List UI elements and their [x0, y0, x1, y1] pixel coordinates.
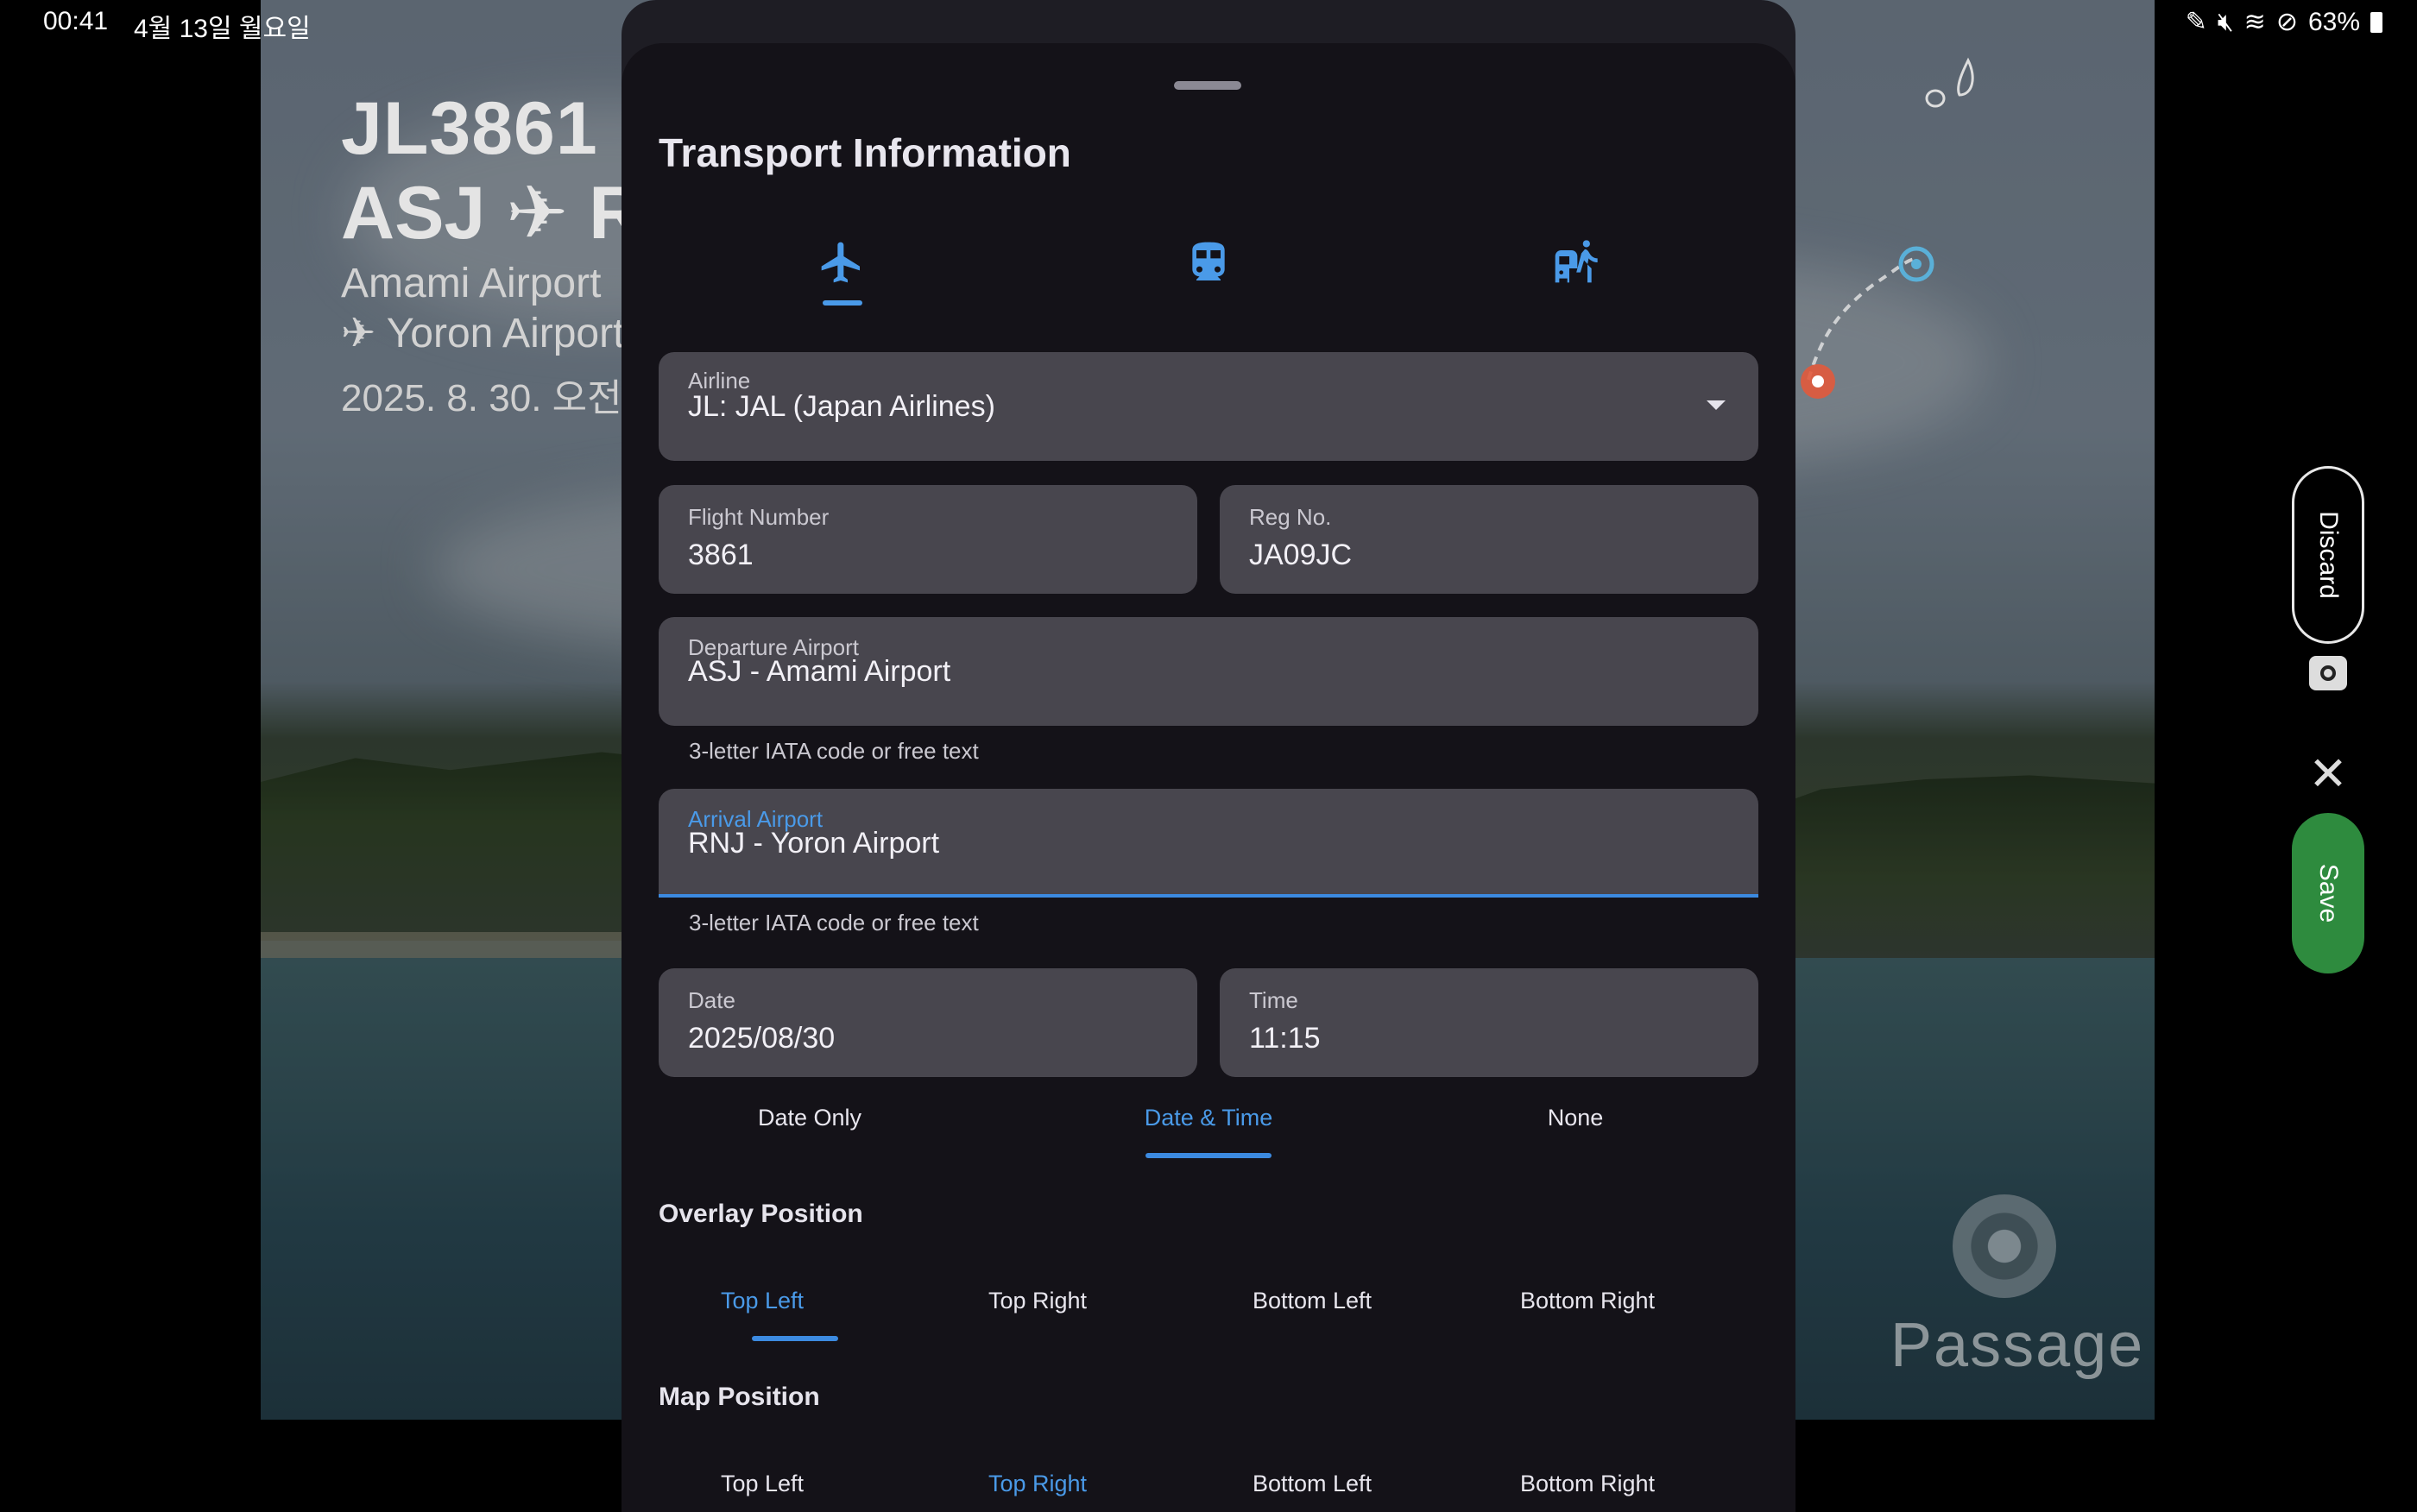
tab-airplane[interactable]: [807, 228, 876, 297]
passage-logo: [1953, 1194, 2056, 1298]
sheet-title: Transport Information: [659, 130, 1071, 175]
departure-airport-field[interactable]: Departure Airport ASJ - Amami Airport: [659, 617, 1758, 726]
overlay-pos-bottom-right[interactable]: Bottom Right: [1484, 1288, 1691, 1314]
tab-train[interactable]: [1174, 228, 1243, 297]
reg-no-label: Reg No.: [1249, 504, 1332, 530]
reg-no-value: JA09JC: [1249, 539, 1353, 571]
arrival-helper: 3-letter IATA code or free text: [689, 910, 979, 936]
date-label: Date: [688, 987, 735, 1013]
overlay-route: ASJ ✈ R: [341, 172, 626, 255]
train-icon: [1192, 242, 1225, 280]
datetime-indicator: [1145, 1153, 1272, 1158]
time-label: Time: [1249, 987, 1298, 1013]
camera-icon[interactable]: [2309, 656, 2347, 690]
airline-value: JL: JAL (Japan Airlines): [688, 390, 995, 423]
overlay-position-title: Overlay Position: [659, 1200, 863, 1228]
overlay-arrival: ✈ Yoron Airport: [341, 311, 625, 356]
drag-handle[interactable]: [1174, 81, 1241, 90]
flight-number-field[interactable]: Flight Number 3861: [659, 485, 1197, 594]
overlay-pos-indicator: [752, 1336, 838, 1341]
arrival-airport-field[interactable]: Arrival Airport RNJ - Yoron Airport: [659, 789, 1758, 898]
overlay-flight-title: JL3861: [341, 87, 598, 170]
screen: JL3861 ASJ ✈ R Amami Airport ✈ Yoron Air…: [0, 0, 2417, 1512]
map-pos-top-left[interactable]: Top Left: [659, 1471, 866, 1497]
map-pos-bottom-right[interactable]: Bottom Right: [1484, 1471, 1691, 1497]
overlay-pos-top-left[interactable]: Top Left: [659, 1288, 866, 1314]
airline-dropdown[interactable]: Airline JL: JAL (Japan Airlines): [659, 352, 1758, 461]
overlay-pos-bottom-left[interactable]: Bottom Left: [1208, 1288, 1416, 1314]
map-pos-top-right[interactable]: Top Right: [934, 1471, 1141, 1497]
datetime-option-date-only[interactable]: Date Only: [659, 1105, 961, 1131]
walk-icon: [1555, 240, 1598, 283]
reg-no-field[interactable]: Reg No. JA09JC: [1220, 485, 1758, 594]
mode-tab-indicator: [823, 300, 862, 306]
date-field[interactable]: Date 2025/08/30: [659, 968, 1197, 1077]
discard-label: Discard: [2314, 511, 2344, 599]
wifi-icon: ≋: [2243, 8, 2266, 36]
departure-helper: 3-letter IATA code or free text: [689, 738, 979, 764]
close-x-icon[interactable]: ✕: [2307, 751, 2350, 797]
status-icons: ✎ 🔇︎ ≋ ⊘ 63%: [2186, 7, 2382, 37]
departure-value: ASJ - Amami Airport: [688, 655, 951, 688]
flight-number-label: Flight Number: [688, 504, 830, 530]
route-map: [1801, 57, 1974, 399]
tab-walk[interactable]: [1541, 228, 1610, 297]
pen-icon: ✎: [2185, 8, 2207, 36]
map-pos-bottom-left[interactable]: Bottom Left: [1208, 1471, 1416, 1497]
battery-level: 63%: [2307, 7, 2360, 36]
status-date: 4월 13일 월요일: [134, 15, 311, 43]
map-position-title: Map Position: [659, 1383, 820, 1411]
overlay-departure: Amami Airport: [341, 261, 602, 306]
save-label: Save: [2313, 863, 2343, 923]
datetime-option-date-time[interactable]: Date & Time: [1057, 1105, 1360, 1131]
status-time: 00:41: [43, 7, 109, 35]
overlay-date: 2025. 8. 30. 오전: [341, 377, 622, 419]
datetime-option-none[interactable]: None: [1424, 1105, 1726, 1131]
save-button[interactable]: Save: [2292, 813, 2364, 973]
overlay-pos-top-right[interactable]: Top Right: [934, 1288, 1141, 1314]
watermark-text: Passage: [1890, 1311, 2145, 1380]
discard-button[interactable]: Discard: [2292, 466, 2364, 644]
flight-number-value: 3861: [688, 539, 754, 571]
time-value: 11:15: [1249, 1022, 1321, 1055]
transport-sheet: Transport Information Airline JL: JAL (J…: [622, 43, 1795, 1512]
battery-icon: [2370, 11, 2382, 33]
airplane-icon: [821, 242, 860, 283]
flight-overlay: JL3861 ASJ ✈ R Amami Airport ✈ Yoron Air…: [341, 86, 626, 423]
mute-icon: 🔇︎: [2217, 7, 2234, 36]
date-value: 2025/08/30: [688, 1022, 836, 1055]
dropdown-arrow-icon: [1707, 400, 1726, 410]
time-field[interactable]: Time 11:15: [1220, 968, 1758, 1077]
dnd-icon: ⊘: [2275, 8, 2298, 36]
arrival-value: RNJ - Yoron Airport: [688, 827, 940, 860]
